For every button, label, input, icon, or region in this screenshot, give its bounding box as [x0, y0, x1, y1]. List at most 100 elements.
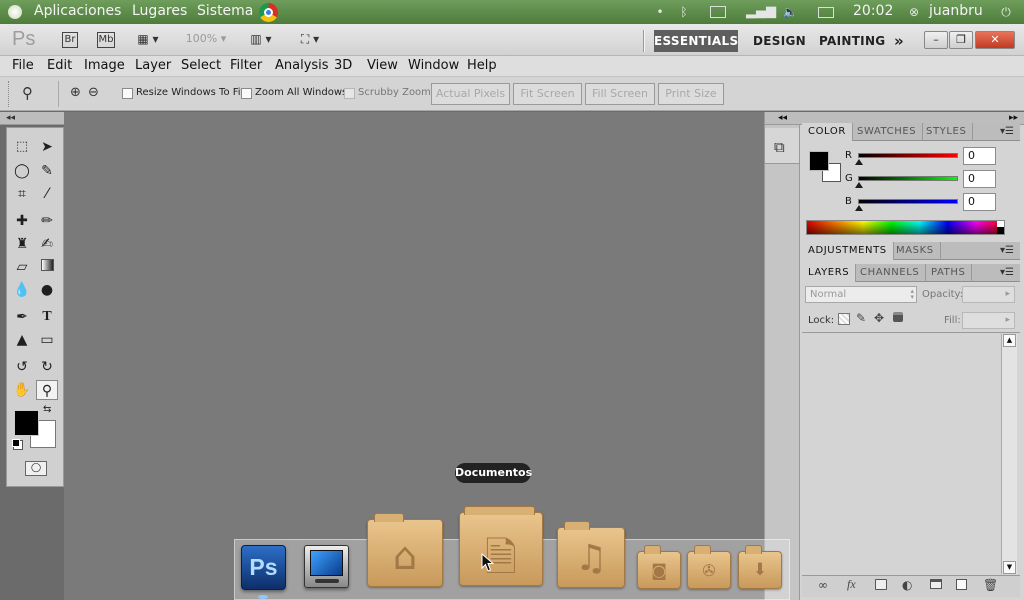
quick-selection-tool-icon[interactable]: ✎	[36, 161, 58, 181]
new-layer-icon[interactable]	[956, 579, 967, 590]
new-group-icon[interactable]	[930, 579, 942, 589]
bluetooth-icon[interactable]: ᛒ	[676, 4, 692, 20]
quick-mask-icon[interactable]: ◯	[25, 461, 47, 476]
arrange-documents-icon[interactable]: ▥ ▾	[246, 32, 276, 48]
tab-styles[interactable]: STYLES	[920, 123, 974, 141]
close-button[interactable]: ✕	[975, 31, 1015, 49]
rectangle-tool-icon[interactable]: ▭	[36, 330, 58, 350]
scroll-down-icon[interactable]: ▼	[1003, 561, 1016, 574]
move-tool-icon[interactable]: ➤	[36, 137, 58, 157]
slider-g-thumb[interactable]	[855, 182, 863, 188]
eraser-tool-icon[interactable]: ▱	[11, 257, 33, 277]
history-panel-icon[interactable]: ⧉	[774, 138, 785, 156]
menu-analysis[interactable]: Analysis	[275, 58, 329, 73]
opacity-field[interactable]: ▸	[962, 286, 1015, 303]
gnome-foot-icon[interactable]	[8, 5, 22, 19]
zoom-level-select[interactable]: 100% ▾	[182, 32, 230, 48]
swap-colors-icon[interactable]: ⇆	[43, 404, 51, 415]
menu-select[interactable]: Select	[181, 58, 221, 73]
menu-help[interactable]: Help	[467, 58, 497, 73]
slider-r-value[interactable]: 0	[963, 147, 996, 165]
dock-pictures-folder[interactable]: ◙	[637, 545, 681, 589]
menu-filter[interactable]: Filter	[230, 58, 262, 73]
lock-transparency-icon[interactable]	[838, 313, 850, 325]
lock-all-icon[interactable]	[893, 312, 903, 322]
resize-windows-checkbox[interactable]	[122, 88, 133, 99]
power-icon[interactable]: ⏻	[998, 4, 1014, 20]
slider-b-thumb[interactable]	[855, 205, 863, 211]
bridge-button[interactable]: Br	[62, 32, 78, 48]
blur-tool-icon[interactable]: 💧	[11, 280, 33, 300]
zoom-tool-preset-icon[interactable]: ⚲	[22, 84, 33, 102]
healing-brush-tool-icon[interactable]: ✚	[11, 211, 33, 231]
blend-mode-select[interactable]: Normal ▴ ▾	[805, 286, 917, 303]
lasso-tool-icon[interactable]: ◯	[11, 161, 33, 181]
tab-channels[interactable]: CHANNELS	[854, 264, 927, 282]
layer-style-icon[interactable]: fx	[847, 577, 856, 592]
maximize-button[interactable]: ❐	[949, 31, 973, 49]
mail-icon[interactable]	[818, 7, 834, 18]
menu-layer[interactable]: Layer	[135, 58, 171, 73]
pen-tool-icon[interactable]: ✒	[11, 307, 33, 327]
zoom-tool-icon[interactable]: ⚲	[36, 380, 58, 400]
tab-swatches[interactable]: SWATCHES	[851, 123, 924, 141]
color-fg-swatch[interactable]	[809, 151, 829, 171]
fit-screen-button[interactable]: Fit Screen	[513, 83, 582, 105]
dot-icon[interactable]: •	[652, 4, 668, 20]
link-layers-icon[interactable]: ∞	[818, 578, 828, 592]
username[interactable]: juanbru	[929, 3, 983, 19]
dock-photoshop-icon[interactable]: Ps	[241, 545, 286, 590]
tab-adjustments[interactable]: ADJUSTMENTS	[802, 242, 894, 260]
toolbox-collapse-bar[interactable]: ◂◂	[0, 112, 64, 125]
zoom-all-windows-checkbox[interactable]	[241, 88, 252, 99]
3d-rotate-tool-icon[interactable]: ↺	[11, 357, 33, 377]
lock-position-icon[interactable]: ✥	[874, 311, 884, 325]
slider-r-thumb[interactable]	[855, 159, 863, 165]
brush-tool-icon[interactable]: ✏	[36, 211, 58, 231]
minibridge-button[interactable]: Mb	[97, 32, 115, 48]
menu-sistema[interactable]: Sistema	[197, 3, 253, 19]
menu-lugares[interactable]: Lugares	[132, 3, 187, 19]
network-signal-icon[interactable]: ▂▄▆	[746, 4, 776, 20]
print-size-button[interactable]: Print Size	[658, 83, 724, 105]
scroll-up-icon[interactable]: ▲	[1003, 334, 1016, 347]
hand-tool-icon[interactable]: ✋	[11, 380, 33, 400]
workspace-design[interactable]: DESIGN	[753, 30, 806, 52]
menu-file[interactable]: File	[12, 58, 34, 73]
view-extras-icon[interactable]: ▦ ▾	[133, 32, 163, 48]
menu-aplicaciones[interactable]: Aplicaciones	[34, 3, 121, 19]
clock[interactable]: 20:02	[853, 3, 893, 19]
3d-orbit-tool-icon[interactable]: ↻	[36, 357, 58, 377]
adjustment-layer-icon[interactable]: ◐	[902, 578, 912, 592]
lock-pixels-icon[interactable]: ✎	[856, 311, 866, 325]
fill-field[interactable]: ▸	[962, 312, 1015, 329]
more-workspaces-icon[interactable]: »	[894, 30, 904, 52]
zoom-in-icon[interactable]: ⊕	[70, 85, 81, 100]
clone-stamp-tool-icon[interactable]: ♜	[11, 234, 33, 254]
dock-videos-folder[interactable]: ✇	[687, 545, 731, 589]
delete-layer-icon[interactable]: 🗑	[983, 578, 998, 592]
path-selection-tool-icon[interactable]: ▲	[11, 330, 33, 350]
tab-layers[interactable]: LAYERS	[802, 264, 857, 282]
history-brush-tool-icon[interactable]: ✍	[36, 234, 58, 254]
slider-g-track[interactable]	[858, 176, 958, 181]
workspace-essentials[interactable]: ESSENTIALS	[654, 30, 738, 52]
gradient-tool-icon[interactable]	[36, 257, 58, 277]
dodge-tool-icon[interactable]: ●	[36, 280, 58, 300]
screen-mode-icon[interactable]: ⛶ ▾	[294, 32, 326, 48]
color-spectrum-ramp[interactable]	[806, 220, 1005, 235]
tab-color[interactable]: COLOR	[802, 123, 853, 141]
color-panel-menu-icon[interactable]: ▾☰	[1000, 126, 1014, 137]
slider-r-track[interactable]	[858, 153, 958, 158]
layers-panel-menu-icon[interactable]: ▾☰	[1000, 267, 1014, 278]
volume-icon[interactable]: 🔈	[782, 4, 798, 20]
slider-b-value[interactable]: 0	[963, 193, 996, 211]
slider-b-track[interactable]	[858, 199, 958, 204]
layers-list[interactable]	[803, 334, 1001, 574]
marquee-tool-icon[interactable]: ⬚	[11, 137, 33, 157]
workspace-painting[interactable]: PAINTING	[819, 30, 885, 52]
user-icon[interactable]: ⊗	[906, 4, 922, 20]
chrome-icon[interactable]	[259, 3, 278, 22]
default-colors-icon[interactable]	[12, 439, 20, 447]
tab-paths[interactable]: PATHS	[925, 264, 973, 282]
